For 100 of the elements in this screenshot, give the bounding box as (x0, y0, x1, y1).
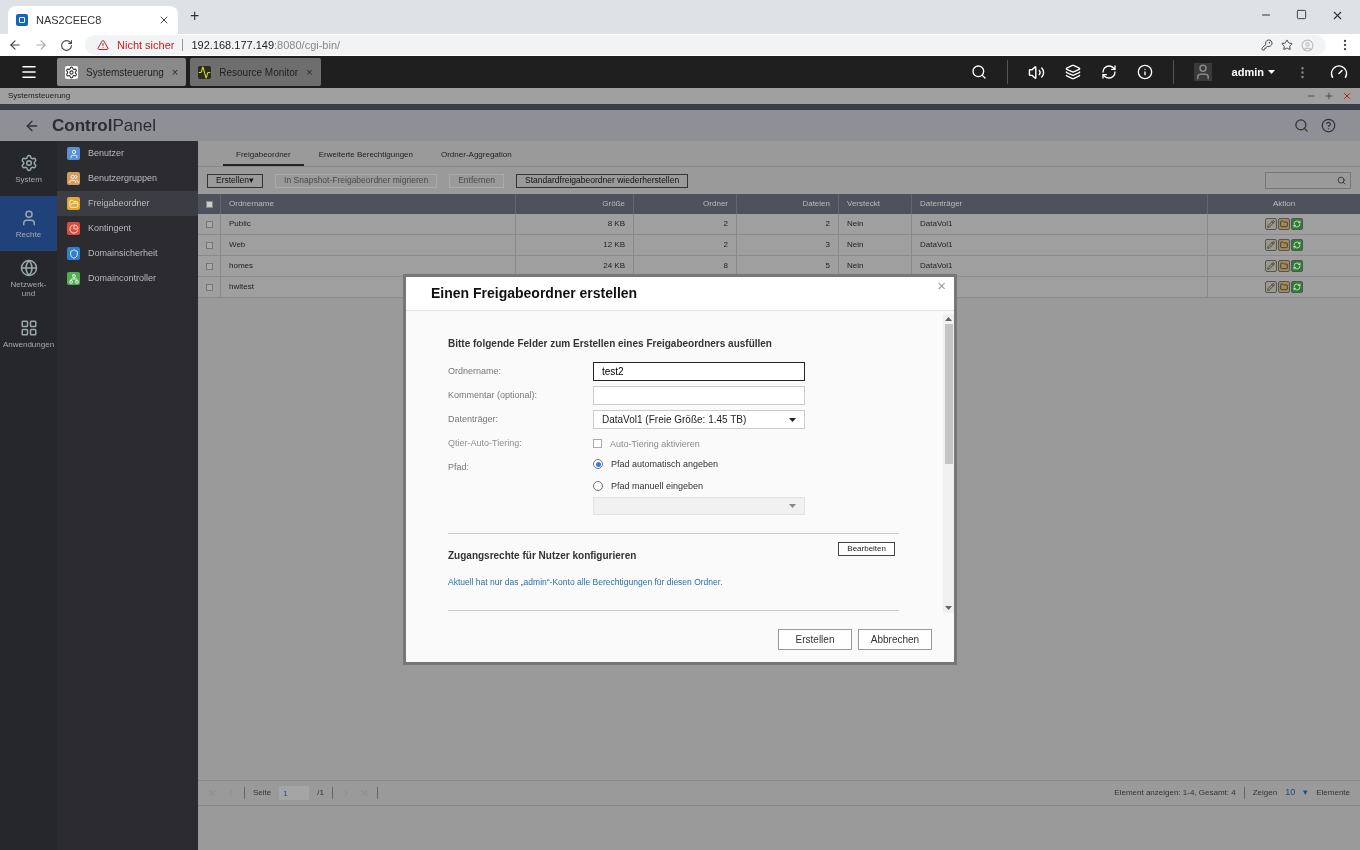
table-cell: 2 (723, 218, 728, 230)
per-page-dropdown[interactable]: 10 ▾ (1285, 786, 1309, 800)
refresh-icon[interactable] (1291, 281, 1303, 293)
warning-icon (97, 39, 109, 51)
app-logo-icon (16, 14, 28, 26)
table-cell: 5 (825, 260, 830, 272)
radio-button[interactable] (593, 459, 603, 469)
radio-button[interactable] (593, 481, 603, 491)
column-header[interactable]: Größe (602, 198, 625, 210)
table-cell: 8 (723, 260, 728, 272)
page-title: ControlPanel (52, 114, 156, 137)
tab[interactable]: Ordner-Aggregation (428, 149, 525, 166)
rail-item[interactable]: Rechte (0, 196, 57, 251)
toolbar-button[interactable]: Standardfreigabeordner wiederherstellen (516, 173, 689, 188)
maximize-icon[interactable] (1296, 9, 1307, 20)
close-icon[interactable] (1331, 9, 1344, 22)
menu-item[interactable]: Benutzergruppen (57, 166, 198, 191)
rail-item[interactable]: Netzwerk- und (0, 251, 57, 306)
close-icon[interactable]: × (171, 63, 179, 81)
avatar-icon[interactable] (1193, 63, 1212, 81)
edit-icon[interactable] (1265, 239, 1277, 251)
url-text: 192.168.177.149:8080/cgi-bin/ (191, 37, 341, 53)
column-header[interactable]: Aktion (1272, 198, 1296, 210)
column-header[interactable]: Dateien (802, 198, 830, 210)
table-cell: homes (229, 260, 253, 272)
select-all-checkbox[interactable] (205, 200, 213, 208)
refresh-icon[interactable] (1291, 260, 1303, 272)
app-tab[interactable]: Systemsteuerung × (57, 58, 187, 86)
toolbar-button[interactable]: Erstellen▾ (207, 173, 264, 188)
table-cell: hwltest (229, 281, 254, 293)
dialog-button[interactable]: Abbrechen (858, 628, 932, 650)
row-checkbox[interactable] (205, 262, 213, 270)
rail-item[interactable]: System (0, 141, 57, 196)
menu-item[interactable]: Kontingent (57, 216, 198, 241)
row-checkbox[interactable] (205, 220, 213, 228)
folder-icon[interactable] (1278, 260, 1290, 272)
table-cell: 3 (825, 239, 830, 251)
gear-icon (65, 65, 78, 79)
reload-icon[interactable] (60, 38, 73, 52)
scrollbar[interactable] (943, 314, 954, 613)
dashboard-icon[interactable] (1330, 63, 1348, 81)
checkbox-label: Auto-Tiering aktivieren (610, 437, 700, 450)
folder-icon[interactable] (1278, 239, 1290, 251)
text-field[interactable] (593, 386, 805, 405)
tab[interactable]: Erweiterte Berechtigungen (305, 149, 426, 166)
menu-icon[interactable] (19, 63, 38, 81)
column-header[interactable]: Ordner (703, 198, 728, 210)
section-title: Zugangsrechte für Nutzer konfigurieren (448, 549, 637, 563)
row-checkbox[interactable] (205, 283, 213, 291)
edit-icon[interactable] (1265, 281, 1277, 293)
globe-icon (19, 259, 38, 277)
row-checkbox[interactable] (205, 241, 213, 249)
stack-icon[interactable] (1064, 64, 1081, 80)
menu-item[interactable]: Benutzer (57, 141, 198, 166)
key-icon[interactable] (1261, 39, 1273, 51)
speaker-icon[interactable] (1027, 63, 1045, 81)
maximize-icon[interactable] (1324, 91, 1334, 101)
menu-item[interactable]: Freigabeordner (57, 191, 198, 216)
column-header[interactable]: Versteckt (847, 198, 880, 210)
table-cell: 12 KB (603, 239, 625, 251)
star-icon[interactable] (1281, 39, 1293, 51)
text-field[interactable]: test2 (593, 362, 805, 381)
help-icon[interactable] (1321, 118, 1336, 133)
caret-icon (1268, 70, 1275, 74)
menu-item[interactable]: Domaincontroller (57, 266, 198, 291)
edit-button[interactable]: Bearbeiten (838, 542, 895, 556)
new-tab-button[interactable]: + (190, 4, 200, 28)
address-field[interactable]: Nicht sicher 192.168.177.149:8080/cgi-bin/ (85, 35, 1326, 55)
forward-icon[interactable] (34, 38, 48, 52)
breadcrumb: Systemsteuerung (8, 90, 71, 102)
edit-icon[interactable] (1265, 260, 1277, 272)
table-cell: DataVol1 (920, 260, 953, 272)
sync-icon[interactable] (1100, 64, 1117, 80)
user-menu[interactable]: admin (1231, 63, 1275, 81)
dialog-button[interactable]: Erstellen (778, 628, 852, 650)
rail-item[interactable]: Anwendungen (0, 306, 57, 361)
table-cell: DataVol1 (920, 239, 953, 251)
back-icon[interactable] (8, 38, 22, 52)
column-header[interactable]: Datenträger (920, 198, 963, 210)
radio-label: Pfad automatisch angeben (611, 458, 719, 470)
folder-icon[interactable] (1278, 281, 1290, 293)
refresh-icon[interactable] (1291, 218, 1303, 230)
volume-dropdown[interactable]: DataVol1 (Freie Größe: 1.45 TB) (593, 410, 805, 429)
app-tab[interactable]: Resource Monitor × (190, 58, 321, 86)
search-icon[interactable] (970, 64, 987, 80)
menu-item[interactable]: Domainsicherheit (57, 241, 198, 266)
folder-icon[interactable] (1278, 218, 1290, 230)
search-field[interactable] (1265, 172, 1351, 189)
browser-tab[interactable]: NAS2CEEC8 (8, 6, 178, 34)
info-icon[interactable] (1136, 64, 1153, 80)
table-cell: 2 (825, 218, 830, 230)
close-icon[interactable] (158, 14, 170, 26)
page-field[interactable]: 1 (279, 786, 310, 800)
field-label: Qtier-Auto-Tiering: (448, 438, 522, 448)
column-header[interactable]: Ordnername (229, 198, 274, 210)
show-label: Zeigen (1252, 787, 1278, 799)
edit-icon[interactable] (1265, 218, 1277, 230)
page-total: /1 (317, 787, 324, 799)
tab[interactable]: Freigabeordner (223, 149, 304, 166)
refresh-icon[interactable] (1291, 239, 1303, 251)
